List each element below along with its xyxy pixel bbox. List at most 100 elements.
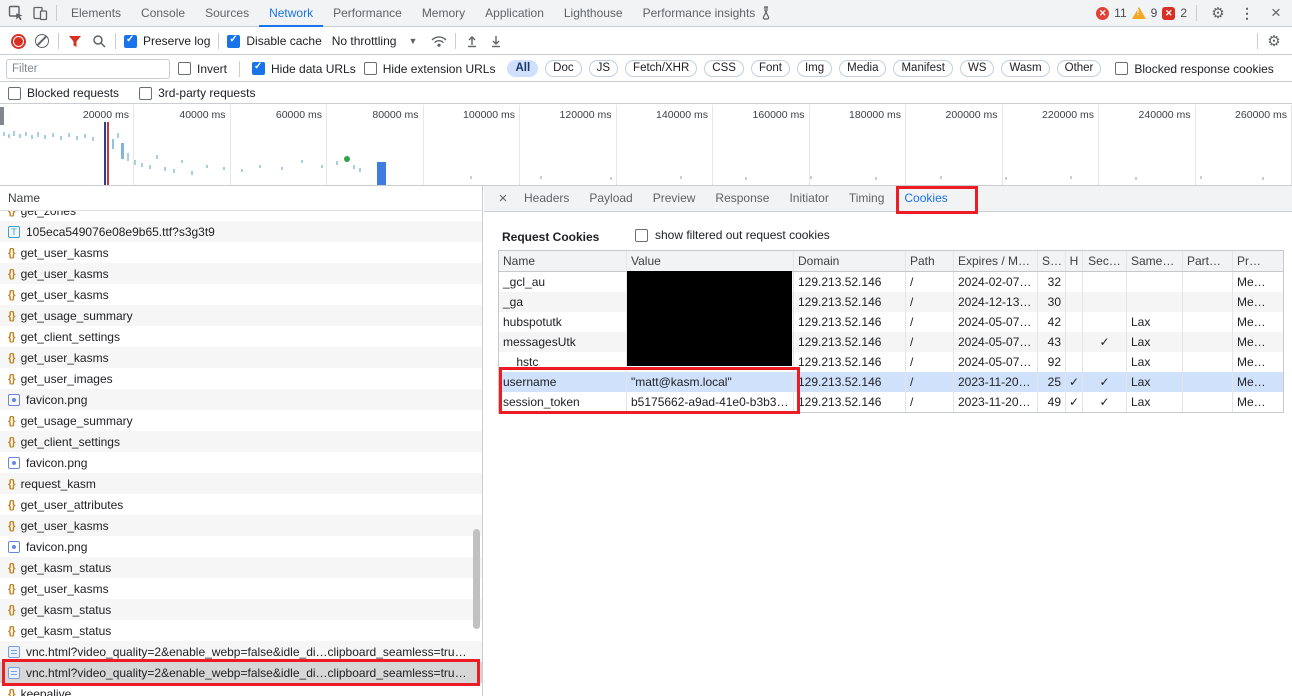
error-badge-icon[interactable]: ✕ xyxy=(1096,6,1110,20)
hide-extension-urls-checkbox[interactable]: Hide extension URLs xyxy=(363,62,495,76)
invert-checkbox[interactable]: Invert xyxy=(178,62,227,76)
request-row-get-zones[interactable]: {} get_zones xyxy=(0,211,482,221)
filter-funnel-icon[interactable] xyxy=(63,29,87,53)
cookie-col-partition[interactable]: Part… xyxy=(1183,251,1233,271)
cookie-col-name[interactable]: Name xyxy=(499,251,627,271)
network-overview-timeline[interactable]: 20000 ms 40000 ms 60000 ms 80000 ms 100000 m… xyxy=(0,105,1292,186)
issues-badge-icon[interactable]: ✕ xyxy=(1162,6,1176,20)
cookie-row-messagesutk[interactable]: messagesUtk 129.213.52.146/2024-05-07… 43 ✓… xyxy=(499,332,1283,352)
tab-application[interactable]: Application xyxy=(475,0,554,27)
filter-pill-img[interactable]: Img xyxy=(796,60,833,77)
request-row-request-kasm[interactable]: {} request_kasm xyxy=(0,473,482,494)
request-row-favicon-png[interactable]: favicon.png xyxy=(0,536,482,557)
details-tab-cookies[interactable]: Cookies xyxy=(894,186,957,211)
cookie-col-secure[interactable]: Sec… xyxy=(1083,251,1127,271)
request-row-get-user-images[interactable]: {} get_user_images xyxy=(0,368,482,389)
issues-count[interactable]: 2 xyxy=(1180,6,1187,20)
request-row-favicon-png[interactable]: favicon.png xyxy=(0,389,482,410)
settings-gear-icon[interactable]: ⚙ xyxy=(1206,1,1230,25)
cookie-col-value[interactable]: Value xyxy=(627,251,794,271)
name-column-header[interactable]: Name xyxy=(0,186,482,211)
cookie-col-expires[interactable]: Expires / M… xyxy=(954,251,1038,271)
search-icon[interactable] xyxy=(87,29,111,53)
details-tab-timing[interactable]: Timing xyxy=(839,186,895,211)
error-count[interactable]: 11 xyxy=(1114,6,1126,20)
request-row-vnc-html-video-quality-2-enabl[interactable]: vnc.html?video_quality=2&enable_webp=fal… xyxy=(0,641,482,662)
details-tab-payload[interactable]: Payload xyxy=(579,186,642,211)
request-row-get-client-settings[interactable]: {} get_client_settings xyxy=(0,431,482,452)
cookie-row-username[interactable]: username "matt@kasm.local" 129.213.52.146/… xyxy=(499,372,1283,392)
warning-badge-icon[interactable] xyxy=(1131,7,1146,19)
cookie-row-ga[interactable]: _ga 129.213.52.146/2024-12-13… 30 Me… xyxy=(499,292,1283,312)
scrollbar-thumb[interactable] xyxy=(473,529,480,629)
request-row-get-user-kasms[interactable]: {} get_user_kasms xyxy=(0,578,482,599)
filter-pill-wasm[interactable]: Wasm xyxy=(1001,60,1050,77)
cookie-row-gcl-au[interactable]: _gcl_au 129.213.52.146/2024-02-07… 32 Me… xyxy=(499,272,1283,292)
tab-performance[interactable]: Performance xyxy=(323,0,412,27)
filter-pill-js[interactable]: JS xyxy=(588,60,619,77)
show-filtered-cookies-checkbox[interactable]: show filtered out request cookies xyxy=(635,228,830,242)
request-row-get-user-kasms[interactable]: {} get_user_kasms xyxy=(0,263,482,284)
details-tab-response[interactable]: Response xyxy=(705,186,779,211)
record-network-log-icon[interactable] xyxy=(6,29,30,53)
filter-pill-manifest[interactable]: Manifest xyxy=(893,60,953,77)
timeline-drag-handle[interactable] xyxy=(0,107,4,125)
filter-input[interactable] xyxy=(6,58,170,79)
filter-pill-other[interactable]: Other xyxy=(1056,60,1102,77)
network-settings-gear-icon[interactable]: ⚙ xyxy=(1262,29,1286,53)
details-tab-headers[interactable]: Headers xyxy=(514,186,579,211)
cookie-col-priority[interactable]: Pr… xyxy=(1233,251,1285,271)
cookie-row-hubspotutk[interactable]: hubspotutk 129.213.52.146/2024-05-07… 42 La… xyxy=(499,312,1283,332)
toggle-device-toolbar-icon[interactable] xyxy=(28,1,52,25)
warning-count[interactable]: 9 xyxy=(1151,6,1158,20)
filter-pill-font[interactable]: Font xyxy=(750,60,790,77)
cookie-row-session-token[interactable]: session_token b5175662-a9ad-41e0-b3b3-… 12… xyxy=(499,392,1283,412)
request-list-scrollbar[interactable] xyxy=(473,211,481,696)
third-party-requests-checkbox[interactable]: 3rd-party requests xyxy=(139,86,255,100)
cookie-col-size[interactable]: S… xyxy=(1038,251,1066,271)
more-menu-icon[interactable]: ⋮ xyxy=(1235,1,1259,25)
request-row-get-client-settings[interactable]: {} get_client_settings xyxy=(0,326,482,347)
filter-pill-ws[interactable]: WS xyxy=(959,60,995,77)
tab-network[interactable]: Network xyxy=(259,0,323,27)
request-row-get-kasm-status[interactable]: {} get_kasm_status xyxy=(0,557,482,578)
disable-cache-checkbox[interactable]: Disable cache xyxy=(227,34,322,48)
import-har-icon[interactable] xyxy=(460,29,484,53)
filter-pill-media[interactable]: Media xyxy=(839,60,887,77)
cookie-row-hstc[interactable]: __hstc 129.213.52.146/2024-05-07… 92 Lax Me… xyxy=(499,352,1283,372)
request-row-get-kasm-status[interactable]: {} get_kasm_status xyxy=(0,599,482,620)
close-details-icon[interactable]: × xyxy=(492,188,514,210)
request-row-get-kasm-status[interactable]: {} get_kasm_status xyxy=(0,620,482,641)
request-row-favicon-png[interactable]: favicon.png xyxy=(0,452,482,473)
preserve-log-checkbox[interactable]: Preserve log xyxy=(124,34,210,48)
request-row-get-user-kasms[interactable]: {} get_user_kasms xyxy=(0,515,482,536)
filter-pill-fetch-xhr[interactable]: Fetch/XHR xyxy=(625,60,698,77)
request-row-get-usage-summary[interactable]: {} get_usage_summary xyxy=(0,305,482,326)
tab-memory[interactable]: Memory xyxy=(412,0,475,27)
filter-pill-css[interactable]: CSS xyxy=(704,60,744,77)
inspect-icon[interactable] xyxy=(4,1,28,25)
request-row-get-user-attributes[interactable]: {} get_user_attributes xyxy=(0,494,482,515)
request-row-get-user-kasms[interactable]: {} get_user_kasms xyxy=(0,284,482,305)
request-row-vnc-html-video-quality-2-enabl[interactable]: vnc.html?video_quality=2&enable_webp=fal… xyxy=(0,662,482,683)
details-tab-initiator[interactable]: Initiator xyxy=(779,186,838,211)
filter-pill-doc[interactable]: Doc xyxy=(545,60,582,77)
tab-lighthouse[interactable]: Lighthouse xyxy=(554,0,633,27)
request-row-get-user-kasms[interactable]: {} get_user_kasms xyxy=(0,242,482,263)
export-har-icon[interactable] xyxy=(484,29,508,53)
tab-sources[interactable]: Sources xyxy=(195,0,259,27)
cookie-col-path[interactable]: Path xyxy=(906,251,954,271)
clear-network-log-icon[interactable] xyxy=(30,29,54,53)
request-row-get-usage-summary[interactable]: {} get_usage_summary xyxy=(0,410,482,431)
throttling-select[interactable]: No throttling ▼ xyxy=(332,34,418,48)
details-tab-preview[interactable]: Preview xyxy=(643,186,706,211)
request-row-get-user-kasms[interactable]: {} get_user_kasms xyxy=(0,347,482,368)
close-devtools-icon[interactable]: × xyxy=(1264,1,1288,25)
blocked-requests-checkbox[interactable]: Blocked requests xyxy=(8,86,119,100)
request-row-keepalive[interactable]: {} keepalive xyxy=(0,683,482,696)
tab-elements[interactable]: Elements xyxy=(61,0,131,27)
request-row-105eca549076e08e9b65-ttf-s3g3t[interactable]: T 105eca549076e08e9b65.ttf?s3g3t9 xyxy=(0,221,482,242)
cookie-col-samesite[interactable]: Same… xyxy=(1127,251,1183,271)
tab-performance-insights[interactable]: Performance insights xyxy=(633,0,783,27)
filter-pill-all[interactable]: All xyxy=(507,60,539,77)
